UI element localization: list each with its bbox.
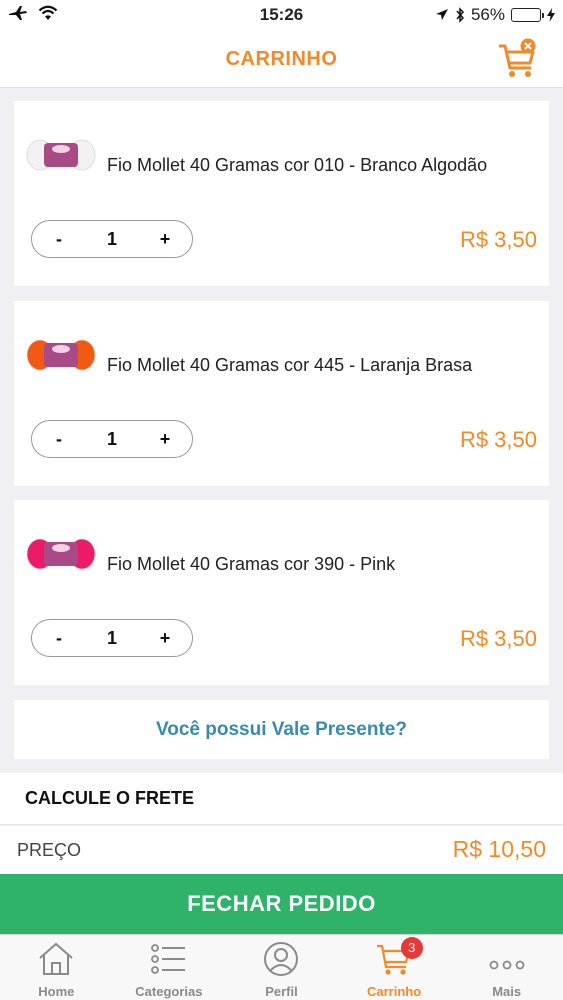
price-label: PREÇO [17, 840, 82, 860]
cart-item: Fio Mollet 40 Gramas cor 390 - Pink - 1 … [14, 500, 549, 685]
quantity-value: 1 [106, 228, 117, 249]
increase-quantity-button[interactable]: + [138, 429, 192, 450]
clear-cart-button[interactable] [497, 38, 541, 80]
quantity-stepper: - 1 + [31, 619, 193, 657]
quantity-value: 1 [106, 428, 117, 449]
user-icon [264, 942, 299, 976]
quantity-value: 1 [106, 627, 117, 648]
cart-remove-icon [499, 38, 536, 77]
product-name[interactable]: Fio Mollet 40 Gramas cor 010 - Branco Al… [107, 155, 487, 176]
quantity-stepper: - 1 + [31, 220, 193, 258]
battery-icon [511, 8, 544, 22]
home-icon [39, 942, 73, 975]
quantity-stepper: - 1 + [31, 420, 193, 458]
cart-item: Fio Mollet 40 Gramas cor 010 - Branco Al… [14, 101, 549, 286]
charging-bolt-icon [547, 8, 555, 22]
price-summary: PREÇO R$ 10,50 [0, 826, 563, 874]
status-bar: 15:26 56% [0, 0, 563, 30]
battery-percent: 56% [470, 5, 505, 24]
cart-count-badge: 3 [400, 937, 423, 959]
location-arrow-icon [435, 9, 448, 20]
tab-categorias[interactable]: Categorias [113, 935, 226, 1000]
total-price: R$ 10,50 [452, 836, 546, 862]
item-price: R$ 3,50 [459, 427, 537, 452]
increase-quantity-button[interactable]: + [138, 628, 192, 649]
tab-label: Home [38, 984, 75, 999]
tab-home[interactable]: Home [0, 935, 113, 1000]
item-price: R$ 3,50 [459, 227, 537, 252]
status-right: 56% [435, 5, 555, 25]
decrease-quantity-button[interactable]: - [32, 229, 86, 250]
tab-label: Perfil [265, 984, 298, 999]
tab-perfil[interactable]: Perfil [225, 935, 338, 1000]
product-name[interactable]: Fio Mollet 40 Gramas cor 390 - Pink [107, 554, 395, 575]
decrease-quantity-button[interactable]: - [32, 628, 86, 649]
tab-label: Mais [492, 984, 522, 999]
calculate-freight-row[interactable]: CALCULE O FRETE [0, 773, 563, 825]
product-thumbnail[interactable] [26, 135, 96, 175]
product-name[interactable]: Fio Mollet 40 Gramas cor 445 - Laranja B… [107, 355, 472, 376]
product-thumbnail[interactable] [26, 534, 96, 574]
product-thumbnail[interactable] [26, 335, 96, 375]
tab-label: Carrinho [366, 984, 422, 999]
item-price: R$ 3,50 [459, 626, 537, 651]
decrease-quantity-button[interactable]: - [32, 429, 86, 450]
page-title: CARRINHO [225, 48, 338, 70]
list-icon [150, 944, 185, 974]
bluetooth-icon [456, 7, 464, 23]
screen: 15:26 56% CARRINHO Fio Mollet 40 Gramas … [0, 0, 563, 1000]
tab-carrinho[interactable]: 3 Carrinho [338, 935, 451, 1000]
gift-card-link[interactable]: Você possui Vale Presente? [14, 700, 549, 759]
tab-bar: Home Categorias Perfil 3 Carrinho Mais [0, 934, 563, 1000]
checkout-button[interactable]: FECHAR PEDIDO [0, 874, 563, 934]
tab-label: Categorias [135, 984, 203, 999]
nav-header: CARRINHO [0, 30, 563, 88]
increase-quantity-button[interactable]: + [138, 229, 192, 250]
cart-item: Fio Mollet 40 Gramas cor 445 - Laranja B… [14, 301, 549, 486]
tab-mais[interactable]: Mais [450, 935, 563, 1000]
more-icon [489, 960, 525, 970]
